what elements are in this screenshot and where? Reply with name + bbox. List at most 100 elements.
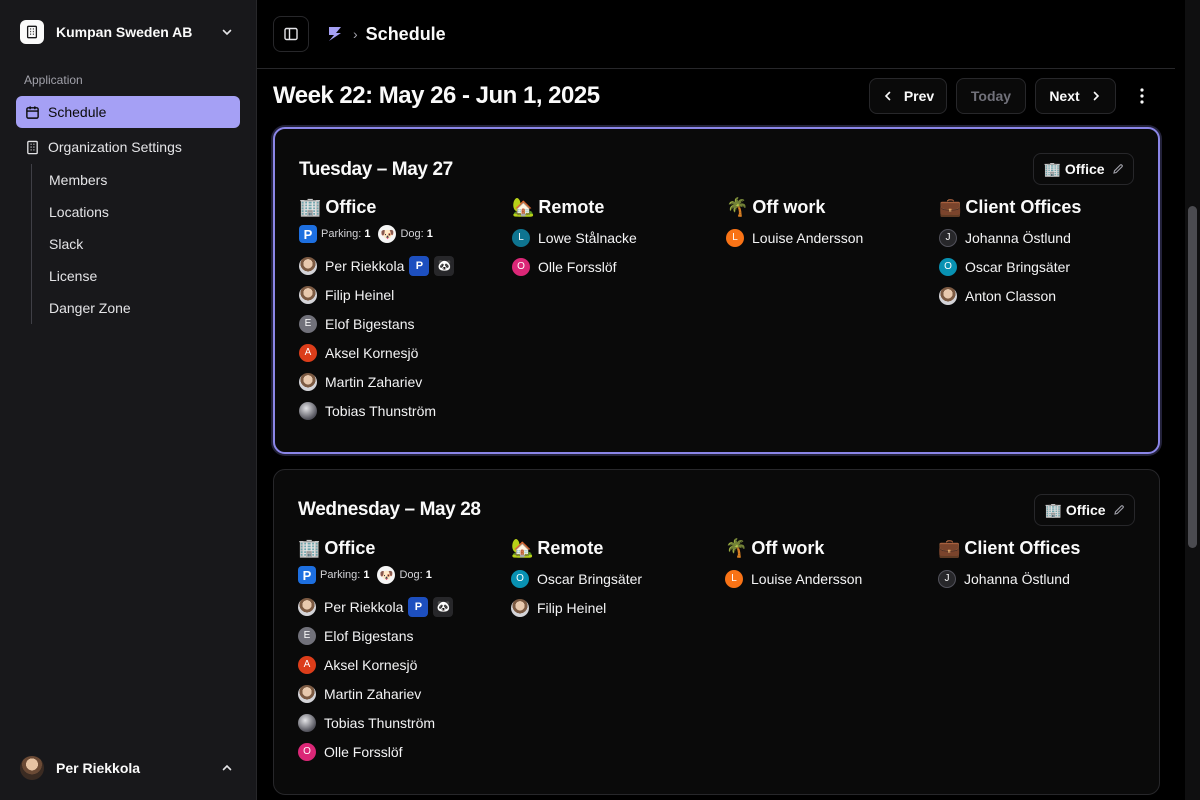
next-week-button[interactable]: Next	[1035, 78, 1116, 114]
avatar: A	[299, 343, 317, 362]
today-button[interactable]: Today	[956, 78, 1026, 114]
avatar: A	[298, 655, 316, 674]
sidebar-item-members[interactable]: Members	[32, 164, 231, 196]
person-item: J Johanna Östlund	[939, 223, 1149, 252]
person-item: Filip Heinel	[299, 280, 509, 309]
topbar: › Schedule	[257, 0, 1175, 69]
column-title: Client Offices	[965, 196, 1082, 217]
column-header: 🌴 Off work	[726, 195, 936, 219]
status-emoji-icon: 💼	[938, 537, 961, 558]
person-name: Olle Forsslöf	[324, 743, 403, 760]
status-column: 🏡 Remote O Oscar Bringsäter Filip Heinel	[511, 536, 721, 622]
location-label: Office	[1065, 502, 1106, 518]
scrollbar-thumb[interactable]	[1188, 206, 1197, 548]
user-menu[interactable]: Per Riekkola	[12, 748, 242, 788]
person-item: L Louise Andersson	[726, 223, 936, 252]
parking-label: Parking:	[321, 228, 362, 240]
dog-count: 1	[426, 228, 433, 240]
building-icon	[24, 139, 40, 155]
parking-badge-icon: P	[409, 255, 430, 276]
avatar: L	[726, 228, 744, 247]
person-item: O Oscar Bringsäter	[511, 564, 721, 593]
column-title: Remote	[537, 537, 604, 558]
avatar: J	[938, 569, 956, 588]
person-item: Per Riekkola P 🐼	[299, 251, 509, 280]
person-name: Per Riekkola	[325, 257, 405, 274]
prev-week-button[interactable]: Prev	[869, 78, 947, 114]
column-header: 🌴 Off work	[725, 536, 935, 560]
sidebar-toggle-button[interactable]	[273, 16, 309, 52]
person-item: L Lowe Stålnacke	[512, 223, 722, 252]
avatar: E	[299, 314, 317, 333]
sidebar-item-danger-zone[interactable]: Danger Zone	[32, 292, 231, 324]
next-label: Next	[1049, 88, 1080, 104]
more-options-button[interactable]	[1128, 82, 1156, 110]
status-column: 💼 Client Offices J Johanna Östlund	[938, 536, 1148, 593]
person-item: A Aksel Kornesjö	[298, 650, 508, 679]
person-item: Martin Zahariev	[299, 367, 509, 396]
edit-location-button[interactable]: 🏢 Office	[1033, 153, 1134, 185]
person-name: Aksel Kornesjö	[325, 344, 419, 361]
status-emoji-icon: 🌴	[726, 196, 749, 217]
sidebar-item-label: Schedule	[48, 104, 107, 120]
sidebar-item-locations[interactable]: Locations	[32, 196, 231, 228]
chevron-down-icon	[220, 25, 234, 39]
avatar: L	[512, 228, 530, 247]
sidebar-item-license[interactable]: License	[32, 260, 231, 292]
status-column: 🌴 Off work L Louise Andersson	[726, 195, 936, 252]
status-column: 🏡 Remote L Lowe Stålnacke O Olle Forsslöf	[512, 195, 722, 281]
week-title: Week 22: May 26 - Jun 1, 2025	[273, 82, 600, 109]
sidebar: Kumpan Sweden AB Application Schedule Or…	[0, 0, 257, 800]
status-column: 🏢 Office P Parking: 1 🐶 Dog: 1 Per Riekkola P 🐼 E El…	[298, 536, 508, 766]
parking-badge-icon: P	[408, 596, 429, 617]
person-item: Martin Zahariev	[298, 679, 508, 708]
user-name: Per Riekkola	[56, 760, 141, 776]
person-item: E Elof Bigestans	[298, 621, 508, 650]
dog-count: 1	[425, 569, 432, 581]
avatar: O	[511, 569, 529, 588]
prev-label: Prev	[903, 88, 935, 104]
day-card[interactable]: Tuesday – May 27 🏢 Office 🏢 Office P Parking: 1…	[273, 127, 1160, 454]
person-name: Oscar Bringsäter	[537, 570, 643, 587]
office-building-icon: 🏢	[1044, 501, 1062, 518]
avatar	[299, 285, 317, 304]
avatar: L	[725, 569, 743, 588]
edit-location-button[interactable]: 🏢 Office	[1034, 494, 1135, 526]
status-column: 🌴 Off work L Louise Andersson	[725, 536, 935, 593]
column-title: Client Offices	[964, 537, 1081, 558]
column-header: 🏡 Remote	[511, 536, 721, 560]
person-name: Tobias Thunström	[325, 402, 437, 419]
person-name: Anton Classon	[965, 287, 1057, 304]
panel-left-icon	[284, 27, 298, 41]
status-emoji-icon: 🏢	[298, 537, 321, 558]
column-title: Office	[325, 196, 377, 217]
avatar	[299, 401, 317, 420]
status-emoji-icon: 🏡	[511, 537, 534, 558]
person-item: E Elof Bigestans	[299, 309, 509, 338]
app-logo-icon	[329, 27, 341, 41]
status-emoji-icon: 💼	[939, 196, 962, 217]
avatar	[939, 286, 957, 305]
sidebar-item-slack[interactable]: Slack	[32, 228, 231, 260]
dog-badge-icon: 🐼	[433, 596, 454, 617]
person-name: Per Riekkola	[324, 598, 404, 615]
building-icon	[20, 20, 44, 44]
person-name: Elof Bigestans	[324, 627, 414, 644]
dog-label: Dog:	[399, 569, 423, 581]
parking-count: 1	[364, 228, 371, 240]
avatar	[299, 372, 317, 391]
sidebar-item-schedule[interactable]: Schedule	[16, 96, 240, 128]
org-switcher[interactable]: Kumpan Sweden AB	[12, 12, 242, 52]
day-card: Wednesday – May 28 🏢 Office 🏢 Office P Parking…	[273, 469, 1160, 795]
avatar	[298, 684, 316, 703]
avatar: O	[512, 257, 530, 276]
resource-counts: P Parking: 1 🐶 Dog: 1	[299, 223, 509, 245]
today-label: Today	[970, 88, 1012, 104]
person-item: A Aksel Kornesjö	[299, 338, 509, 367]
day-title: Tuesday – May 27	[299, 159, 453, 180]
sidebar-item-organization-settings[interactable]: Organization Settings	[16, 131, 240, 163]
parking-count: 1	[363, 569, 370, 581]
person-name: Johanna Östlund	[965, 229, 1071, 246]
person-item: O Olle Forsslöf	[298, 737, 508, 766]
person-item: L Louise Andersson	[725, 564, 935, 593]
